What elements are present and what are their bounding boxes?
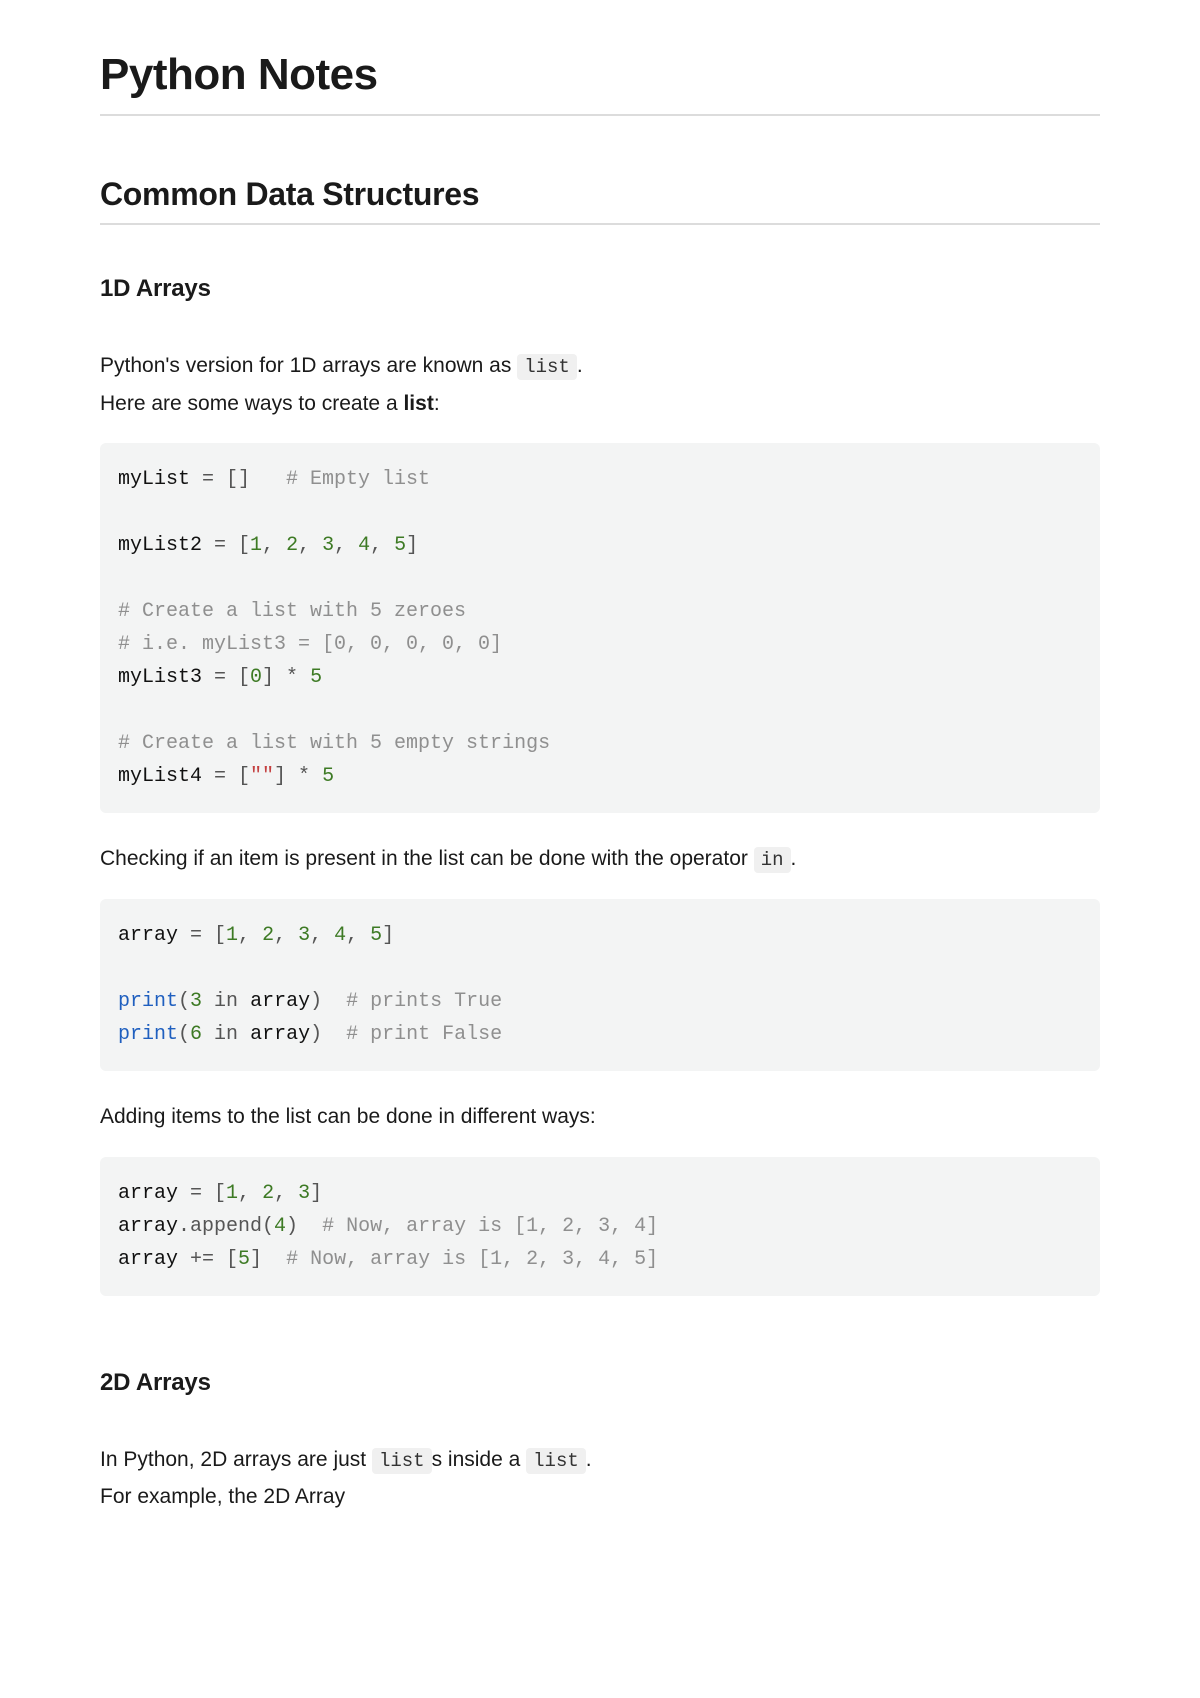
inline-code: in bbox=[754, 847, 791, 873]
subsection-1d-arrays: 1D Arrays bbox=[100, 275, 1100, 303]
inline-code: list bbox=[517, 354, 577, 380]
paragraph: Here are some ways to create a list: bbox=[100, 386, 1100, 422]
subsection-2d-arrays: 2D Arrays bbox=[100, 1369, 1100, 1397]
inline-code: list bbox=[372, 1448, 432, 1474]
paragraph: Adding items to the list can be done in … bbox=[100, 1099, 1100, 1135]
paragraph: In Python, 2D arrays are just lists insi… bbox=[100, 1442, 1100, 1478]
inline-code: list bbox=[526, 1448, 586, 1474]
page-title: Python Notes bbox=[100, 50, 1100, 116]
code-block: array = [1, 2, 3, 4, 5] print(3 in array… bbox=[100, 899, 1100, 1071]
paragraph: For example, the 2D Array bbox=[100, 1479, 1100, 1515]
code-block: myList = [] # Empty list myList2 = [1, 2… bbox=[100, 443, 1100, 813]
section-heading: Common Data Structures bbox=[100, 176, 1100, 225]
code-block: array = [1, 2, 3] array.append(4) # Now,… bbox=[100, 1157, 1100, 1296]
paragraph: Python's version for 1D arrays are known… bbox=[100, 348, 1100, 384]
paragraph: Checking if an item is present in the li… bbox=[100, 841, 1100, 877]
